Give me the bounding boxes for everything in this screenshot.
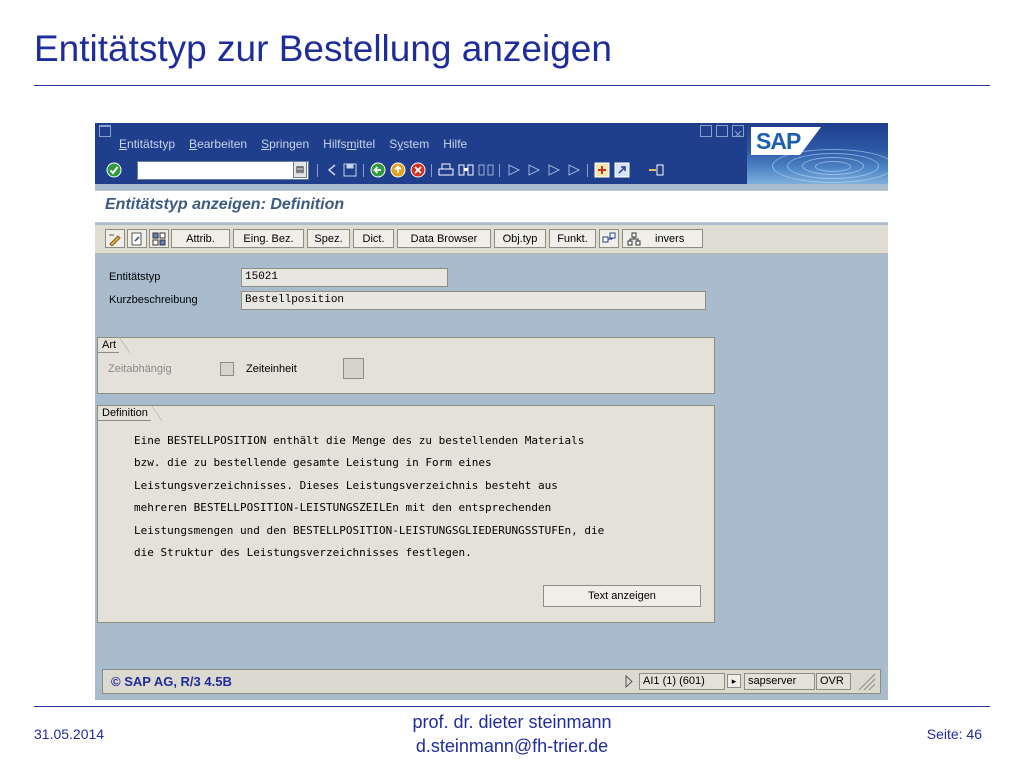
definition-line: Leistungsmengen und den BESTELLPOSITION-… [134, 523, 605, 537]
screen-title-bar: Entitätstyp anzeigen: Definition [95, 190, 888, 223]
menu-item[interactable]: Hilfe [443, 137, 467, 151]
back-arrow-icon[interactable] [323, 161, 341, 179]
relationship-icon[interactable] [599, 229, 619, 248]
menu-item[interactable]: Springen [261, 137, 309, 151]
eing-bez-button[interactable]: Eing. Bez. [233, 229, 304, 248]
next-page-icon[interactable] [545, 161, 563, 179]
spez-button[interactable]: Spez. [307, 229, 350, 248]
title-divider [34, 85, 990, 86]
definition-line: mehreren BESTELLPOSITION-LEISTUNGSZEILEn… [134, 501, 552, 515]
funkt-button[interactable]: Funkt. [549, 229, 596, 248]
menu-list: Entitätstyp Bearbeiten Springen Hilfsmittel… [119, 137, 467, 151]
slide-title: Entitätstyp zur Bestellung anzeigen [34, 28, 612, 69]
footer-date: 31.05.2014 [34, 726, 105, 742]
entitaetstyp-label: Entitätstyp [109, 271, 161, 283]
screen-title: Entitätstyp anzeigen: Definition [105, 196, 345, 213]
menu-item[interactable]: Entitätstyp [119, 137, 175, 151]
close-icon[interactable] [732, 125, 744, 138]
definition-group: Definition Eine BESTELLPOSITION enthält … [97, 405, 715, 623]
window-menu-icon[interactable] [99, 125, 111, 137]
kurzbeschreibung-label: Kurzbeschreibung [109, 294, 198, 306]
resize-grip-icon[interactable] [855, 673, 877, 696]
kurzbeschreibung-field[interactable]: Bestellposition [241, 291, 706, 310]
first-page-icon[interactable] [505, 161, 523, 179]
definition-line: bzw. die zu bestellende gesamte Leistung… [134, 456, 492, 470]
definition-group-title: Definition [97, 405, 162, 421]
sap-logo-text: SAP [756, 128, 801, 154]
shortcut-icon[interactable] [613, 161, 631, 179]
dict-button[interactable]: Dict. [353, 229, 394, 248]
find-next-icon[interactable] [477, 161, 495, 179]
zeitabhaengig-label: Zeitabhängig [108, 363, 172, 375]
text-anzeigen-button[interactable]: Text anzeigen [543, 585, 701, 607]
new-session-icon[interactable] [593, 161, 611, 179]
enter-icon[interactable] [105, 161, 123, 179]
zeitabhaengig-checkbox[interactable] [220, 362, 234, 376]
command-history-icon[interactable]: ▤ [293, 161, 307, 178]
session-list-icon[interactable]: ▸ [727, 674, 741, 688]
print-icon[interactable] [437, 161, 455, 179]
copyright-text: © SAP AG, R/3 4.5B [111, 674, 232, 689]
art-group: Art Zeitabhängig Zeiteinheit [97, 337, 715, 394]
hierarchy-icon [627, 232, 641, 245]
menu-item[interactable]: Hilfsmittel [323, 137, 375, 151]
footer-divider [34, 706, 990, 707]
back-icon[interactable] [369, 161, 387, 179]
minimize-icon[interactable] [700, 125, 712, 137]
definition-line: die Struktur des Leistungsverzeichnisses… [134, 545, 472, 559]
definition-line: Leistungsverzeichnisses. Dieses Leistung… [134, 478, 558, 492]
data-browser-button[interactable]: Data Browser [397, 229, 491, 248]
previous-page-icon[interactable] [525, 161, 543, 179]
invers-button[interactable]: invers [622, 229, 703, 248]
command-field[interactable] [137, 161, 309, 180]
edit-display-icon[interactable] [105, 229, 125, 248]
exit-icon[interactable] [389, 161, 407, 179]
find-icon[interactable] [457, 161, 475, 179]
help-icon[interactable] [647, 161, 665, 179]
zeiteinheit-label: Zeiteinheit [246, 363, 297, 375]
attrib-button[interactable]: Attrib. [171, 229, 230, 248]
structure-icon[interactable] [149, 229, 169, 248]
obj-typ-button[interactable]: Obj.typ [494, 229, 546, 248]
menu-item[interactable]: Bearbeiten [189, 137, 247, 151]
cancel-icon[interactable] [409, 161, 427, 179]
server-name: sapserver [744, 673, 815, 690]
zeiteinheit-field[interactable] [343, 358, 364, 379]
art-group-title: Art [97, 337, 131, 353]
sap-logo: SAP [747, 123, 888, 184]
invers-label: invers [655, 232, 685, 245]
standard-toolbar: ▤ [95, 157, 747, 184]
entitaetstyp-field[interactable]: 15021 [241, 268, 448, 287]
maximize-icon[interactable] [716, 125, 728, 137]
last-page-icon[interactable] [565, 161, 583, 179]
document-icon[interactable] [127, 229, 147, 248]
author-email: d.steinmann@fh-trier.de [415, 736, 609, 756]
system-info: AI1 (1) (601) [639, 673, 725, 690]
menu-item[interactable]: System [389, 137, 429, 151]
status-bar: © SAP AG, R/3 4.5B AI1 (1) (601) ▸ sapse… [102, 669, 881, 694]
definition-line: Eine BESTELLPOSITION enthält die Menge d… [134, 434, 585, 447]
input-mode[interactable]: OVR [816, 673, 851, 690]
save-icon[interactable] [341, 161, 359, 179]
footer-author: prof. dr. dieter steinmann d.steinmann@f… [340, 710, 684, 758]
definition-text: Eine BESTELLPOSITION enthält die Menge d… [134, 430, 604, 564]
status-expand-icon[interactable] [624, 674, 634, 693]
application-toolbar: Attrib. Eing. Bez. Spez. Dict. Data Brow… [95, 225, 888, 254]
author-name: prof. dr. dieter steinmann [412, 712, 612, 732]
page-number: Seite: 46 [926, 726, 982, 742]
sap-window: Entitätstyp Bearbeiten Springen Hilfsmittel… [95, 123, 888, 700]
